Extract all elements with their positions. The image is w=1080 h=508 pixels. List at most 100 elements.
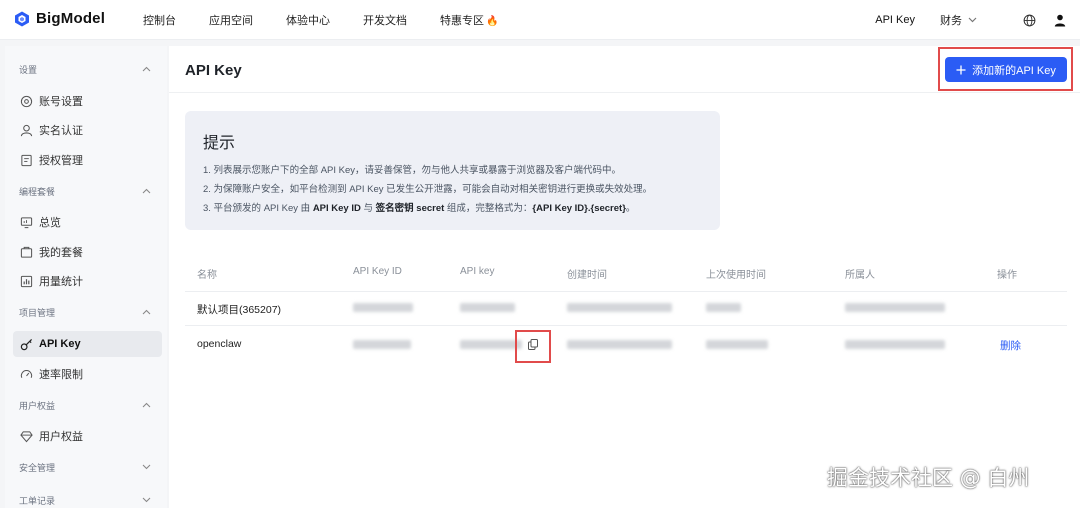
- main-nav: 控制台 应用空间 体验中心 开发文档 特惠专区 🔥: [143, 0, 531, 40]
- redacted-api-key: [460, 303, 515, 312]
- tip-bold-secret: 签名密钥 secret: [375, 203, 445, 214]
- table-row-name: 默认项目(365207): [197, 304, 282, 316]
- tip-line-3-part: 组成，完整格式为：: [444, 203, 533, 214]
- sidebar-item-label: API Key: [39, 338, 81, 350]
- sidebar-section-title: 安全管理: [19, 462, 56, 473]
- sidebar-item-verification[interactable]: 实名认证: [13, 117, 162, 143]
- redacted-created-at: [567, 340, 672, 349]
- nav-special-offers[interactable]: 特惠专区 🔥: [440, 12, 498, 28]
- tip-line-3-part: 与: [360, 203, 376, 214]
- nav-special-label: 特惠专区: [440, 15, 484, 27]
- sidebar-section-coding-plan[interactable]: 编程套餐: [5, 179, 167, 203]
- nav-api-key[interactable]: API Key: [875, 14, 915, 26]
- sidebar-item-rate-limit[interactable]: 速率限制: [13, 361, 162, 387]
- speedometer-icon: [19, 367, 33, 381]
- nav-docs[interactable]: 开发文档: [363, 12, 407, 28]
- sidebar-section-user-benefits[interactable]: 用户权益: [5, 393, 167, 417]
- key-icon: [19, 337, 33, 351]
- tip-bold-key-id: API Key ID: [312, 203, 361, 214]
- nav-finance-label: 财务: [940, 15, 962, 27]
- sidebar-section-security[interactable]: 安全管理: [5, 455, 167, 479]
- sidebar-section-tickets[interactable]: 工单记录: [5, 488, 167, 508]
- sidebar-item-label: 账号设置: [39, 96, 83, 108]
- sidebar-section-title: 项目管理: [19, 307, 56, 318]
- table-divider: [185, 325, 1067, 326]
- nav-console[interactable]: 控制台: [143, 12, 176, 28]
- copy-icon[interactable]: [528, 339, 538, 350]
- sidebar-item-label: 速率限制: [39, 369, 83, 381]
- sidebar-item-label: 总览: [39, 217, 61, 229]
- sidebar-item-label: 实名认证: [39, 125, 83, 137]
- chevron-down-icon: [968, 17, 977, 23]
- sidebar-item-user-benefits[interactable]: 用户权益: [13, 423, 162, 449]
- diamond-icon: [19, 429, 33, 443]
- delete-link[interactable]: 删除: [1000, 338, 1021, 353]
- dashboard-icon: [19, 215, 33, 229]
- column-header-actions: 操作: [997, 270, 1017, 281]
- redacted-last-used: [706, 340, 768, 349]
- sidebar-item-my-plan[interactable]: 我的套餐: [13, 239, 162, 265]
- tip-line-1: 1. 列表展示您账户下的全部 API Key，请妥善保管，勿与他人共享或暴露于浏…: [203, 165, 622, 176]
- settings-icon: [19, 94, 33, 108]
- sidebar-section-project-management[interactable]: 项目管理: [5, 300, 167, 324]
- column-header-api-key: API key: [460, 266, 495, 277]
- sidebar-item-overview[interactable]: 总览: [13, 209, 162, 235]
- redacted-owner: [845, 303, 945, 312]
- chevron-up-icon: [142, 309, 151, 315]
- add-api-key-button[interactable]: 添加新的API Key: [945, 57, 1067, 82]
- sidebar-item-label: 用户权益: [39, 431, 83, 443]
- add-api-key-label: 添加新的API Key: [972, 64, 1056, 77]
- user-icon[interactable]: [1054, 14, 1066, 27]
- table-row-name: openclaw: [197, 338, 242, 350]
- column-header-api-key-id: API Key ID: [353, 266, 402, 277]
- bigmodel-logo-icon: [15, 11, 29, 26]
- nav-finance-dropdown[interactable]: 财务: [940, 12, 977, 28]
- tip-line-3: 3. 平台颁发的 API Key 由 API Key ID 与 签名密钥 sec…: [203, 200, 635, 214]
- tip-title: 提示: [203, 135, 236, 152]
- tip-bold-format: {API Key ID}.{secret}: [532, 203, 626, 214]
- chevron-up-icon: [142, 402, 151, 408]
- redacted-created-at: [567, 303, 672, 312]
- column-header-name: 名称: [197, 270, 217, 281]
- sidebar-section-title: 设置: [19, 64, 38, 75]
- sidebar-item-usage-stats[interactable]: 用量统计: [13, 268, 162, 294]
- tip-line-3-part: 3. 平台颁发的 API Key 由: [203, 203, 313, 214]
- tip-panel: 提示 1. 列表展示您账户下的全部 API Key，请妥善保管，勿与他人共享或暴…: [185, 111, 720, 230]
- fire-icon: 🔥: [486, 16, 499, 27]
- chevron-down-icon: [142, 464, 151, 470]
- logo-text: BigModel: [36, 10, 106, 27]
- redacted-last-used: [706, 303, 741, 312]
- sidebar-item-authorization[interactable]: 授权管理: [13, 147, 162, 173]
- sidebar-item-label: 我的套餐: [39, 247, 83, 259]
- bar-chart-icon: [19, 274, 33, 288]
- sidebar-item-label: 用量统计: [39, 276, 83, 288]
- package-icon: [19, 245, 33, 259]
- column-header-created-at: 创建时间: [567, 270, 607, 281]
- sidebar: 设置 账号设置 实名认证 授权管理 编程套餐 总览 我的套餐 用量统计 项目管理…: [5, 46, 167, 508]
- sidebar-item-account-settings[interactable]: 账号设置: [13, 88, 162, 114]
- plus-icon: [956, 65, 966, 74]
- watermark: 掘金技术社区 @ 白州: [827, 466, 1030, 490]
- top-right-nav: API Key 财务: [875, 0, 1066, 40]
- divider: [169, 92, 1080, 93]
- sidebar-section-title: 工单记录: [19, 495, 56, 506]
- nav-experience[interactable]: 体验中心: [286, 12, 330, 28]
- page-title: API Key: [185, 62, 242, 79]
- top-navbar: BigModel 控制台 应用空间 体验中心 开发文档 特惠专区 🔥 API Ke…: [0, 0, 1080, 40]
- globe-icon[interactable]: [1023, 14, 1036, 27]
- redacted-api-key-id: [353, 340, 411, 349]
- chevron-down-icon: [142, 497, 151, 503]
- chevron-up-icon: [142, 188, 151, 194]
- redacted-owner: [845, 340, 945, 349]
- sidebar-item-label: 授权管理: [39, 155, 83, 167]
- column-header-owner: 所属人: [845, 270, 875, 281]
- person-icon: [19, 123, 33, 137]
- nav-app-space[interactable]: 应用空间: [209, 12, 253, 28]
- redacted-api-key-id: [353, 303, 413, 312]
- sidebar-section-settings[interactable]: 设置: [5, 57, 167, 81]
- sidebar-section-title: 用户权益: [19, 400, 56, 411]
- sidebar-item-api-key[interactable]: API Key: [13, 331, 162, 357]
- document-icon: [19, 153, 33, 167]
- logo[interactable]: BigModel: [14, 10, 105, 27]
- column-header-last-used: 上次使用时间: [706, 270, 766, 281]
